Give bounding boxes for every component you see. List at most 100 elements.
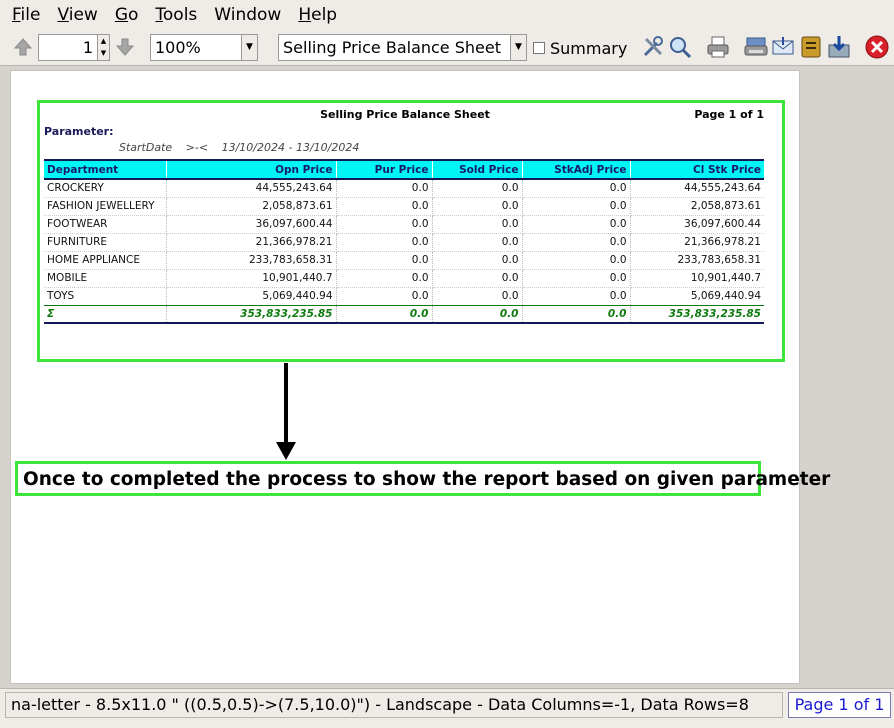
toolbar: 1 ▲ ▼ 100% ▼ Selling Price Balance Sheet … <box>0 30 894 66</box>
arrow-up-icon[interactable] <box>10 34 36 60</box>
chevron-down-icon: ▼ <box>241 35 257 60</box>
report-select-value: Selling Price Balance Sheet <box>283 38 501 57</box>
export-icon[interactable] <box>826 34 852 60</box>
table-cell: 0.0 <box>522 197 631 216</box>
table-cell: 233,783,658.31 <box>630 251 764 270</box>
menu-help[interactable]: Help <box>298 5 337 25</box>
table-cell: 0.0 <box>432 251 523 270</box>
page-number-input[interactable]: 1 <box>38 34 98 61</box>
column-header: Pur Price <box>336 159 433 180</box>
table-row: MOBILE 10,901,440.7 0.0 0.0 0.0 10,901,4… <box>44 269 764 288</box>
table-cell: FOOTWEAR <box>44 215 167 234</box>
table-cell: FASHION JEWELLERY <box>44 197 167 216</box>
page-spinner[interactable]: ▲ ▼ <box>98 34 110 61</box>
table-cell: CROCKERY <box>44 179 167 198</box>
table-cell: TOYS <box>44 287 167 306</box>
table-cell: 0.0 <box>432 233 523 252</box>
report-table: Department Opn Price Pur Price Sold Pric… <box>44 159 764 324</box>
menu-bar: File View Go Tools Window Help <box>0 0 894 30</box>
table-cell: 44,555,243.64 <box>166 179 337 198</box>
chevron-down-icon: ▼ <box>510 35 526 60</box>
table-row: FURNITURE 21,366,978.21 0.0 0.0 0.0 21,3… <box>44 233 764 252</box>
table-cell: 0.0 <box>432 215 523 234</box>
total-row: Σ 353,833,235.85 0.0 0.0 0.0 353,833,235… <box>44 304 764 324</box>
report-title: Selling Price Balance Sheet <box>320 108 490 121</box>
report-select[interactable]: Selling Price Balance Sheet ▼ <box>278 34 527 61</box>
status-page: Page 1 of 1 <box>788 692 891 718</box>
table-cell: 44,555,243.64 <box>630 179 764 198</box>
checkbox-box[interactable] <box>533 42 545 54</box>
table-cell: 2,058,873.61 <box>630 197 764 216</box>
table-cell: FURNITURE <box>44 233 167 252</box>
table-row: FASHION JEWELLERY 2,058,873.61 0.0 0.0 0… <box>44 197 764 216</box>
arrow-down-icon <box>276 442 296 460</box>
arrow-down-icon[interactable] <box>112 34 138 60</box>
column-header: StkAdj Price <box>522 159 631 180</box>
table-cell: 0.0 <box>522 251 631 270</box>
table-header-row: Department Opn Price Pur Price Sold Pric… <box>44 159 764 180</box>
table-cell: 0.0 <box>336 179 433 198</box>
total-cell: 0.0 <box>522 304 631 324</box>
table-cell: 10,901,440.7 <box>166 269 337 288</box>
table-row: CROCKERY 44,555,243.64 0.0 0.0 0.0 44,55… <box>44 179 764 198</box>
table-cell: 5,069,440.94 <box>630 287 764 306</box>
menu-view[interactable]: View <box>57 5 97 25</box>
sigma-symbol: Σ <box>44 304 167 324</box>
total-cell: 0.0 <box>336 304 433 324</box>
column-header: Department <box>44 159 167 180</box>
column-header: Opn Price <box>166 159 337 180</box>
summary-checkbox[interactable]: Summary <box>533 36 627 60</box>
table-cell: 0.0 <box>522 269 631 288</box>
tools-icon[interactable] <box>640 34 666 60</box>
close-icon[interactable] <box>864 34 890 60</box>
table-cell: 0.0 <box>432 197 523 216</box>
annotation-note: Once to completed the process to show th… <box>23 469 831 490</box>
status-text: na-letter - 8.5x11.0 " ((0.5,0.5)->(7.5,… <box>5 692 783 718</box>
table-row: TOYS 5,069,440.94 0.0 0.0 0.0 5,069,440.… <box>44 287 764 306</box>
table-row: HOME APPLIANCE 233,783,658.31 0.0 0.0 0.… <box>44 251 764 270</box>
zoom-select[interactable]: 100% ▼ <box>150 34 258 61</box>
report-page-label: Page 1 of 1 <box>694 108 764 121</box>
table-cell: 233,783,658.31 <box>166 251 337 270</box>
zoom-value: 100% <box>155 38 201 57</box>
parameter-line: StartDate >-< 13/10/2024 - 13/10/2024 <box>119 141 369 154</box>
menu-file[interactable]: File <box>12 5 40 25</box>
parameter-label: Parameter: <box>44 125 114 138</box>
menu-tools[interactable]: Tools <box>155 5 197 25</box>
printer-setup-icon[interactable] <box>743 34 769 60</box>
email-icon[interactable] <box>770 34 796 60</box>
column-header: Cl Stk Price <box>630 159 764 180</box>
annotation-arrow <box>284 363 288 445</box>
table-cell: 2,058,873.61 <box>166 197 337 216</box>
table-cell: HOME APPLIANCE <box>44 251 167 270</box>
table-cell: 36,097,600.44 <box>630 215 764 234</box>
column-header: Sold Price <box>432 159 523 180</box>
total-cell: 353,833,235.85 <box>630 304 764 324</box>
table-cell: 0.0 <box>336 215 433 234</box>
table-cell: 21,366,978.21 <box>630 233 764 252</box>
param-value: 13/10/2024 - 13/10/2024 <box>221 141 360 154</box>
total-cell: 0.0 <box>432 304 523 324</box>
table-cell: MOBILE <box>44 269 167 288</box>
table-cell: 0.0 <box>336 251 433 270</box>
menu-go[interactable]: Go <box>115 5 139 25</box>
table-cell: 0.0 <box>522 287 631 306</box>
table-cell: 0.0 <box>522 215 631 234</box>
table-cell: 0.0 <box>432 269 523 288</box>
table-cell: 10,901,440.7 <box>630 269 764 288</box>
zoom-icon[interactable] <box>667 34 693 60</box>
summary-label: Summary <box>550 38 628 58</box>
table-cell: 0.0 <box>336 287 433 306</box>
table-cell: 0.0 <box>336 269 433 288</box>
book-icon[interactable] <box>798 34 824 60</box>
table-cell: 0.0 <box>522 233 631 252</box>
table-cell: 0.0 <box>432 179 523 198</box>
table-cell: 0.0 <box>336 233 433 252</box>
print-icon[interactable] <box>705 34 731 60</box>
table-cell: 21,366,978.21 <box>166 233 337 252</box>
menu-window[interactable]: Window <box>214 5 281 25</box>
table-cell: 0.0 <box>522 179 631 198</box>
param-operator: >-< <box>185 141 209 154</box>
total-cell: 353,833,235.85 <box>166 304 337 324</box>
table-cell: 0.0 <box>336 197 433 216</box>
